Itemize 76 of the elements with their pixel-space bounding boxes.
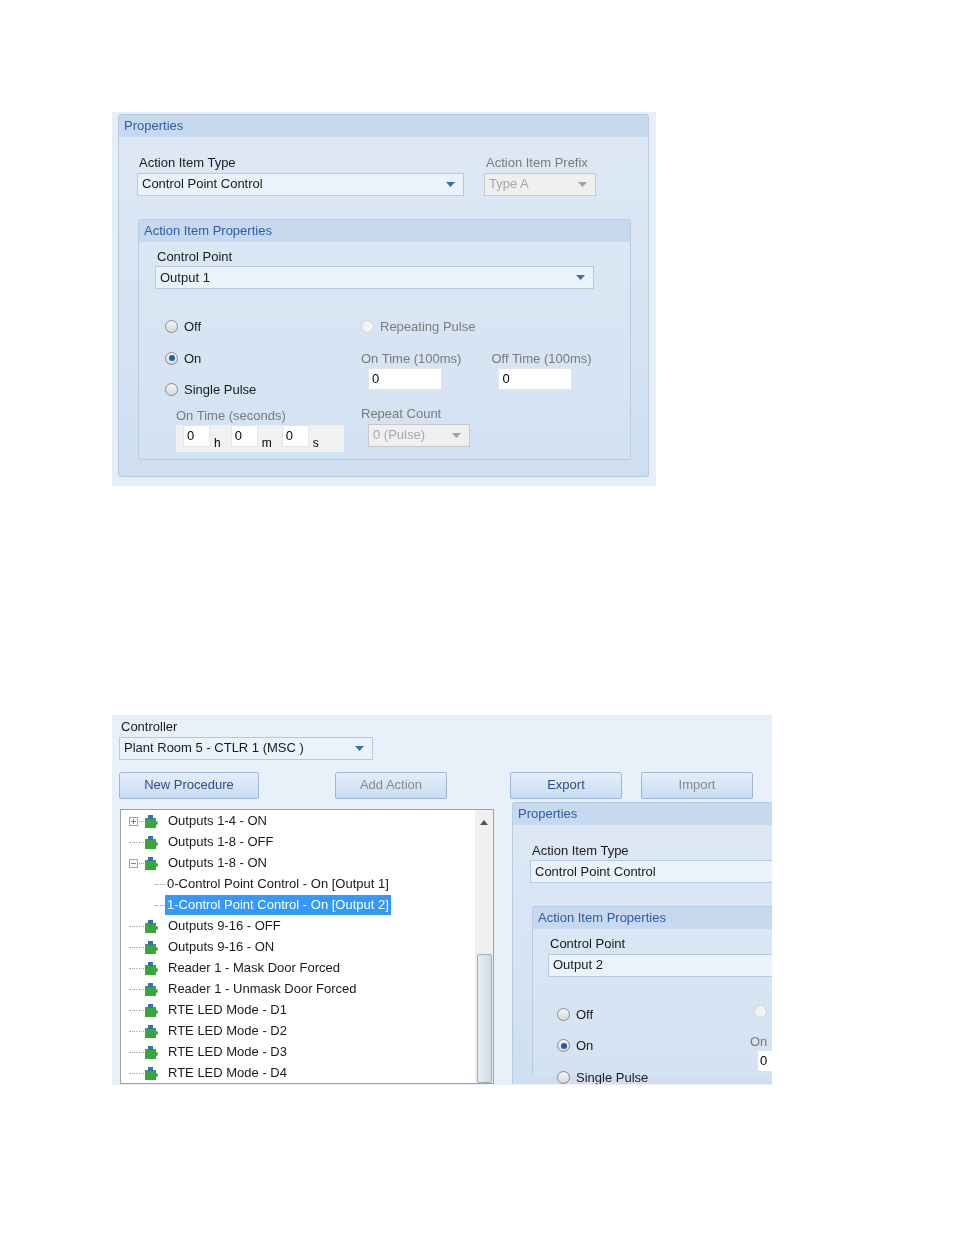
radio-button[interactable] [557, 1039, 570, 1053]
radio-label: On [576, 1037, 594, 1055]
puzzle-icon [144, 918, 161, 934]
input-field[interactable]: 0 [758, 1051, 772, 1071]
puzzle-icon [144, 1065, 161, 1081]
puzzle-icon [144, 1023, 161, 1039]
radio-label: Off [184, 318, 202, 336]
radio-label: Single Pulse [184, 381, 257, 399]
field-label: Action Item Prefix [485, 154, 589, 172]
tree-item[interactable]: RTE LED Mode - D2 [166, 1021, 289, 1041]
puzzle-icon [144, 834, 161, 850]
radio-label: On [184, 349, 202, 368]
puzzle-icon [144, 855, 161, 871]
dropdown-arrow-icon [355, 745, 364, 751]
scrollbar[interactable] [475, 809, 493, 1083]
action-button[interactable]: Export [510, 771, 622, 799]
input-field[interactable]: 0 [368, 368, 442, 390]
unit-label: m [261, 435, 272, 452]
collapse-icon[interactable] [128, 858, 138, 868]
scroll-up-icon[interactable] [480, 819, 488, 825]
radio-button[interactable] [165, 383, 178, 397]
input-field[interactable]: 0 [498, 368, 573, 390]
field-label: Off Time (100ms) [491, 349, 592, 368]
puzzle-icon [144, 939, 161, 955]
field-label: Control Point [156, 247, 234, 266]
tree-item[interactable]: RTE LED Mode - D4 [166, 1063, 289, 1083]
unit-label: s [312, 435, 319, 452]
expand-icon[interactable] [128, 816, 138, 826]
tree-item[interactable]: Outputs 9-16 - ON [166, 937, 277, 957]
input-field[interactable]: 0 [183, 425, 210, 447]
dropdown-arrow-icon [446, 181, 455, 187]
dropdown[interactable]: Plant Room 5 - CTLR 1 (MSC ) [119, 736, 373, 760]
field-label: Control Point [549, 935, 627, 953]
field-label: Controller [121, 718, 179, 736]
puzzle-icon [144, 1002, 161, 1018]
radio-button[interactable] [165, 320, 178, 334]
tree-item[interactable]: 0-Control Point Control - On [Output 1] [165, 874, 391, 894]
panel-header: Properties [513, 802, 772, 825]
tree-item[interactable]: Outputs 9-16 - OFF [166, 916, 283, 936]
puzzle-icon [144, 960, 161, 976]
tree-item[interactable]: RTE LED Mode - D3 [166, 1042, 289, 1062]
tree-item[interactable]: Outputs 1-8 - ON [166, 853, 269, 873]
dropdown[interactable]: Control Point Control [530, 860, 772, 883]
radio-label: Single Pulse [576, 1068, 649, 1084]
field-label: On Time (100ms) [361, 349, 462, 368]
dropdown-arrow-icon [578, 181, 587, 187]
dropdown[interactable]: Output 1 [155, 266, 594, 289]
dropdown[interactable]: Output 2 [548, 953, 772, 977]
unit-label: h [214, 435, 221, 452]
puzzle-icon [144, 813, 161, 829]
field-label: Action Item Type [138, 154, 237, 172]
dropdown-arrow-icon [452, 432, 461, 438]
field-label: Repeat Count [361, 405, 443, 423]
field-label: Action Item Type [531, 841, 630, 860]
radio-label: Repeating Pulse [380, 318, 476, 336]
radio-button[interactable] [557, 1007, 570, 1021]
tree-item[interactable]: Outputs 1-8 - OFF [166, 832, 276, 852]
field-label: On Time (seconds) [176, 406, 287, 425]
input-field[interactable]: 0 [230, 425, 258, 447]
action-button[interactable]: New Procedure [119, 771, 259, 799]
panel-header: Action Item Properties [139, 219, 630, 242]
radio-label: Off [576, 1005, 594, 1024]
puzzle-icon [144, 1044, 161, 1060]
field-label: On [750, 1032, 768, 1051]
dropdown-arrow-icon [576, 275, 585, 280]
panel-header: Action Item Properties [533, 907, 772, 929]
tree-item[interactable]: Outputs 1-4 - ON [166, 811, 269, 831]
puzzle-icon [144, 981, 161, 997]
tree-item[interactable]: Reader 1 - Mask Door Forced [166, 958, 342, 978]
radio-button[interactable] [165, 351, 178, 365]
tree-item[interactable]: RTE LED Mode - D1 [166, 1000, 289, 1020]
radio-button[interactable] [557, 1070, 570, 1084]
tree-item[interactable]: Reader 1 - Unmask Door Forced [166, 979, 359, 999]
dropdown[interactable]: Control Point Control [137, 172, 464, 196]
panel-header: Properties [119, 115, 648, 137]
input-field[interactable]: 0 [281, 425, 309, 447]
